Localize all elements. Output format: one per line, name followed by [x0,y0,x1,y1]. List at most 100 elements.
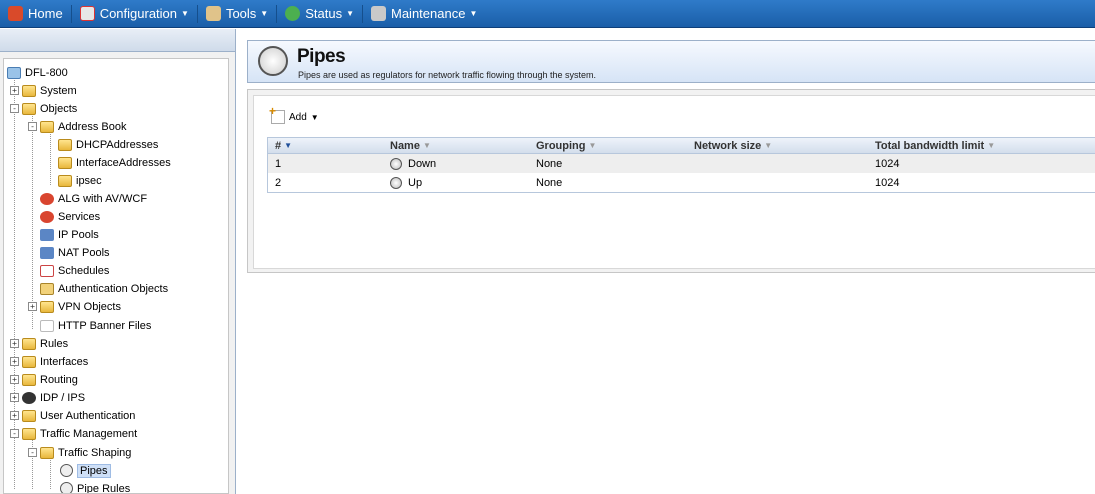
tree-node-routing[interactable]: + Routing [10,371,78,388]
pipe-icon [390,176,402,189]
tree-node-pipe-rules[interactable]: Pipe Rules [60,480,130,493]
wrench-icon [371,6,386,21]
content-inner: Add ▼ #▼ Name▼ Grouping▼ Network size▼ T… [253,95,1095,269]
tree-node-root[interactable]: DFL-800 [7,64,68,81]
tree-node-dhcp-addresses[interactable]: DHCPAddresses [58,136,158,153]
tree-node-idp-ips[interactable]: + IDP / IPS [10,389,85,406]
tree-node-http-banner[interactable]: HTTP Banner Files [40,317,151,334]
tree-node-services[interactable]: Services [40,208,100,225]
column-header-number[interactable]: # ▼ [275,138,292,153]
nav-home-label: Home [28,6,63,21]
tree-node-interface-addresses[interactable]: InterfaceAddresses [58,154,171,171]
row-bandwidth: 1024 [875,176,900,189]
tree-node-user-auth[interactable]: + User Authentication [10,407,135,424]
sort-icon: ▼ [588,141,597,150]
top-navigation-bar: Home Configuration ▼ Tools ▼ Status ▼ Ma… [0,0,1095,28]
nav-home[interactable]: Home [0,0,71,28]
folder-icon [22,409,36,422]
table-row[interactable]: 1 Down None 1024 [268,154,1095,173]
expand-icon[interactable]: + [28,302,37,311]
collapse-icon[interactable]: - [10,104,19,113]
nat-pools-icon [40,246,54,259]
tools-icon [205,6,221,21]
column-header-network-size[interactable]: Network size ▼ [694,138,772,153]
sort-icon: ▼ [422,141,431,150]
nav-tools-label: Tools [225,6,257,21]
row-name: Up [390,173,422,192]
computer-icon [7,66,21,79]
nav-configuration-label: Configuration [99,6,178,21]
expand-icon[interactable]: + [10,339,19,348]
folder-icon [22,373,36,386]
tree-node-pipes[interactable]: Pipes [60,462,111,479]
row-number: 2 [275,176,282,189]
chevron-down-icon: ▼ [260,9,269,18]
row-grouping: None [536,176,563,189]
expand-icon[interactable]: + [10,393,19,402]
folder-icon [22,84,36,97]
ip-pools-icon [40,228,54,241]
configuration-icon [79,6,95,21]
collapse-icon[interactable]: - [28,122,37,131]
file-icon [40,319,54,332]
collapse-icon[interactable]: - [28,448,37,457]
add-button[interactable]: Add ▼ [269,104,319,124]
alg-icon [40,192,54,205]
page-header: Pipes Pipes are used as regulators for n… [247,40,1095,83]
folder-icon [22,355,36,368]
nav-maintenance-label: Maintenance [391,6,466,21]
folder-icon [40,446,54,459]
tree-node-auth-objects[interactable]: Authentication Objects [40,280,168,297]
folder-icon [22,337,36,350]
folder-icon [40,300,54,313]
tree-node-rules[interactable]: + Rules [10,335,68,352]
tree-node-alg[interactable]: ALG with AV/WCF [40,190,147,207]
services-icon [40,210,54,223]
calendar-icon [40,264,54,277]
nav-maintenance[interactable]: Maintenance ▼ [363,0,485,28]
column-header-bandwidth[interactable]: Total bandwidth limit ▼ [875,138,995,153]
chevron-down-icon: ▼ [181,9,189,18]
tree-node-objects[interactable]: - Objects [10,100,77,117]
tree-node-address-book[interactable]: - Address Book [28,118,126,135]
sort-desc-icon: ▼ [284,141,293,150]
page-description: Pipes are used as regulators for network… [298,70,596,80]
tree-node-ipsec[interactable]: ipsec [58,172,102,189]
column-header-name[interactable]: Name ▼ [390,138,431,153]
tree-node-ip-pools[interactable]: IP Pools [40,226,99,243]
tree-node-interfaces[interactable]: + Interfaces [10,353,88,370]
nav-configuration[interactable]: Configuration ▼ [72,0,197,28]
tree-node-traffic-management[interactable]: - Traffic Management [10,425,137,442]
home-icon [8,6,23,21]
chevron-down-icon: ▼ [310,112,319,122]
nav-status[interactable]: Status ▼ [277,0,362,28]
column-header-grouping[interactable]: Grouping ▼ [536,138,596,153]
table-row[interactable]: 2 Up None 1024 [268,173,1095,192]
status-icon [285,6,301,21]
pipes-icon [258,46,288,76]
tree-node-traffic-shaping[interactable]: - Traffic Shaping [28,444,131,461]
pipe-icon [60,464,73,477]
row-name: Down [390,154,436,173]
expand-icon[interactable]: + [10,411,19,420]
expand-icon[interactable]: + [10,357,19,366]
folder-icon [58,156,72,169]
sidebar-toolbar [0,29,236,52]
tree-node-schedules[interactable]: Schedules [40,262,109,279]
folder-icon [58,174,72,187]
expand-icon[interactable]: + [10,375,19,384]
folder-icon [22,102,36,115]
expand-icon[interactable]: + [10,86,19,95]
sidebar: DFL-800 + System - Objects - Address Boo… [0,52,236,494]
row-grouping: None [536,157,563,170]
chevron-down-icon: ▼ [469,9,478,18]
content-panel: Add ▼ #▼ Name▼ Grouping▼ Network size▼ T… [247,89,1095,273]
row-number: 1 [275,157,282,170]
tree-node-vpn-objects[interactable]: + VPN Objects [28,298,121,315]
tree-node-system[interactable]: + System [10,82,77,99]
tree-node-nat-pools[interactable]: NAT Pools [40,244,110,261]
navigation-tree: DFL-800 + System - Objects - Address Boo… [3,58,229,494]
chevron-down-icon: ▼ [346,9,354,18]
nav-tools[interactable]: Tools ▼ [198,0,276,28]
collapse-icon[interactable]: - [10,429,19,438]
